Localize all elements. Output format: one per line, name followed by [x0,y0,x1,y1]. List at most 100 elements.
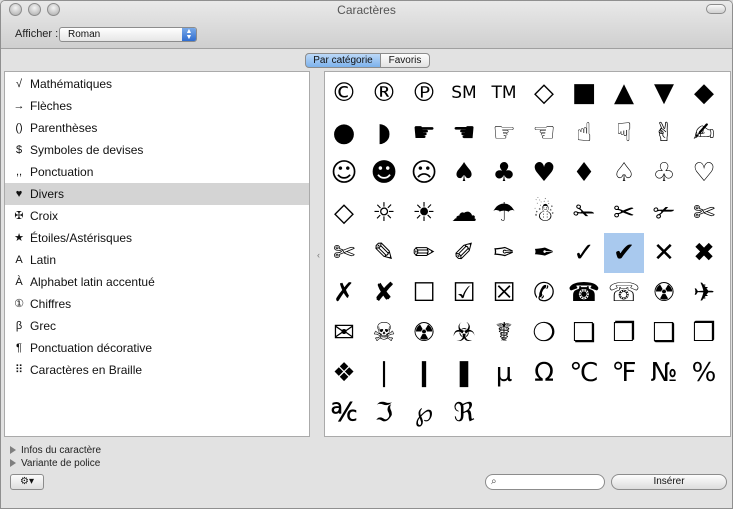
glyph-cell[interactable]: © [324,73,364,113]
category-item[interactable]: () Parenthèses [5,117,309,139]
glyph-cell[interactable]: ♣ [484,153,524,193]
glyph-cell[interactable]: ☟ [604,113,644,153]
category-item[interactable]: → Flèches [5,95,309,117]
toolbar-toggle-button[interactable] [706,4,726,14]
glyph-cell[interactable]: ● [324,113,364,153]
glyph-cell[interactable]: ☤ [484,313,524,353]
glyph-cell[interactable]: ☑ [444,273,484,313]
glyph-cell[interactable]: ✄ [684,193,724,233]
glyph-cell[interactable]: ℗ [404,73,444,113]
tab-by-category[interactable]: Par catégorie [305,53,381,68]
glyph-cell[interactable]: Ω [524,353,564,393]
glyph-cell[interactable]: ☎ [564,273,604,313]
glyph-cell[interactable]: ✂ [604,193,644,233]
glyph-cell[interactable]: ✏ [404,233,444,273]
glyph-cell[interactable]: ✎ [364,233,404,273]
glyph-cell[interactable]: ❐ [604,313,644,353]
glyph-cell[interactable]: ☢ [404,313,444,353]
category-item[interactable]: ① Chiffres [5,293,309,315]
tab-favorites[interactable]: Favoris [380,53,430,68]
glyph-cell[interactable]: ✔ [604,233,644,273]
glyph-cell[interactable]: ✖ [684,233,724,273]
glyph-cell[interactable]: ✁ [564,193,604,233]
glyph-cell[interactable]: SM [444,73,484,113]
glyph-cell[interactable]: ✆ [524,273,564,313]
glyph-cell[interactable]: ☃ [524,193,564,233]
glyph-cell[interactable]: ◇ [524,73,564,113]
action-menu-button[interactable]: ⚙▾ [10,474,44,490]
glyph-cell[interactable]: ✈ [684,273,724,313]
glyph-cell[interactable]: ❏ [564,313,604,353]
glyph-cell[interactable]: TM [484,73,524,113]
glyph-cell[interactable]: % [684,353,724,393]
glyph-cell[interactable]: ❒ [684,313,724,353]
glyph-cell[interactable]: ♤ [604,153,644,193]
glyph-cell[interactable]: ◆ [684,73,724,113]
glyph-cell[interactable]: ☼ [364,193,404,233]
glyph-cell[interactable]: ✕ [644,233,684,273]
glyph-cell[interactable]: ♦ [564,153,604,193]
category-item[interactable]: ✠ Croix [5,205,309,227]
glyph-cell[interactable]: ▲ [604,73,644,113]
glyph-cell[interactable]: µ [484,353,524,393]
glyph-cell[interactable]: ✑ [484,233,524,273]
glyph-cell[interactable]: ☞ [484,113,524,153]
glyph-cell[interactable]: ℘ [404,393,444,433]
glyph-cell[interactable]: ☚ [444,113,484,153]
glyph-cell[interactable]: ☣ [444,313,484,353]
glyph-cell[interactable]: № [644,353,684,393]
glyph-cell[interactable]: ✄ [324,233,364,273]
glyph-cell[interactable]: ❙ [404,353,444,393]
glyph-cell[interactable]: ◗ [364,113,404,153]
glyph-cell[interactable]: ☢ [644,273,684,313]
glyph-cell[interactable]: ✐ [444,233,484,273]
glyph-cell[interactable]: ♠ [444,153,484,193]
glyph-cell[interactable]: ℑ [364,393,404,433]
glyph-cell[interactable]: ℀ [324,393,364,433]
category-item[interactable]: ¶ Ponctuation décorative [5,337,309,359]
glyph-cell[interactable]: ℃ [564,353,604,393]
splitter-handle[interactable]: ‹ [317,250,323,260]
glyph-cell[interactable]: ☒ [484,273,524,313]
glyph-cell[interactable]: ® [364,73,404,113]
glyph-cell[interactable]: ☝ [564,113,604,153]
glyph-cell[interactable]: ☹ [404,153,444,193]
glyph-cell[interactable]: ☜ [524,113,564,153]
search-field[interactable]: ⌕ [485,474,605,490]
glyph-cell[interactable]: ♡ [684,153,724,193]
glyph-cell[interactable]: ℉ [604,353,644,393]
glyph-cell[interactable]: ☁ [444,193,484,233]
category-item[interactable]: ,, Ponctuation [5,161,309,183]
glyph-cell[interactable]: ❍ [524,313,564,353]
glyph-cell[interactable]: ☂ [484,193,524,233]
glyph-cell[interactable]: ◇ [324,193,364,233]
category-item[interactable]: ♥ Divers [5,183,309,205]
glyph-cell[interactable]: ℜ [444,393,484,433]
insert-button[interactable]: Insérer [611,474,727,490]
glyph-cell[interactable]: ☀ [404,193,444,233]
category-item[interactable]: ★ Étoiles/Astérisques [5,227,309,249]
glyph-cell[interactable]: ☛ [404,113,444,153]
search-input[interactable] [502,476,600,488]
glyph-cell[interactable]: ✗ [324,273,364,313]
glyph-cell[interactable]: ☻ [364,153,404,193]
category-item[interactable]: ⠿ Caractères en Braille [5,359,309,381]
glyph-cell[interactable]: ☺ [324,153,364,193]
category-item[interactable]: A Latin [5,249,309,271]
glyph-cell[interactable]: ✌ [644,113,684,153]
show-popup[interactable]: Roman ▲ ▼ [59,27,197,42]
disclosure-font-variation[interactable]: Variante de police [10,458,100,469]
glyph-cell[interactable]: ✒ [524,233,564,273]
disclosure-character-info[interactable]: Infos du caractère [10,445,101,456]
glyph-cell[interactable]: ▼ [644,73,684,113]
glyph-cell[interactable]: ■ [564,73,604,113]
glyph-cell[interactable]: ✍ [684,113,724,153]
category-item[interactable]: √ Mathématiques [5,73,309,95]
glyph-cell[interactable]: ☠ [364,313,404,353]
glyph-cell[interactable]: ✓ [564,233,604,273]
glyph-cell[interactable]: ✘ [364,273,404,313]
glyph-cell[interactable]: ❘ [364,353,404,393]
glyph-cell[interactable]: ✃ [644,193,684,233]
glyph-cell[interactable]: ☐ [404,273,444,313]
category-item[interactable]: β Grec [5,315,309,337]
